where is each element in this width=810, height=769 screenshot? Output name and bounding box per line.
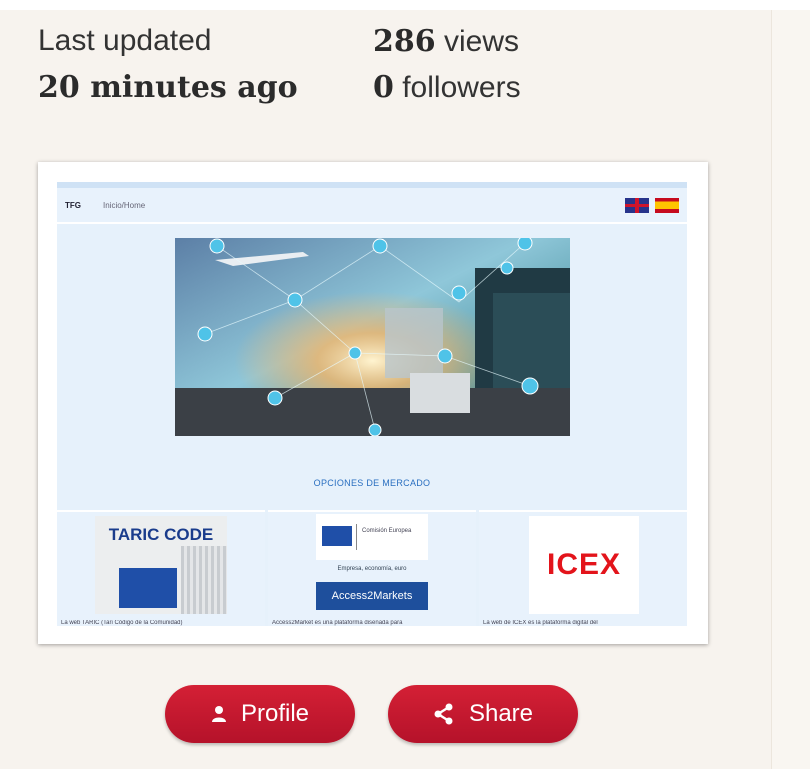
uk-flag-icon [625, 197, 649, 213]
share-icon [434, 703, 453, 725]
preview-brand: TFG [65, 200, 81, 210]
taric-logo: TARIC CODE [95, 516, 227, 614]
taric-logo-text: TARIC CODE [108, 525, 214, 544]
stats-row-labels: Last updated 286 views [38, 18, 521, 64]
logo-divider [356, 524, 357, 550]
followers-label: followers [402, 70, 521, 104]
eu-flag-icon [322, 526, 352, 546]
hero-logistics-image [175, 238, 570, 436]
views-stat: 286 views [373, 24, 519, 59]
profile-button[interactable]: Profile [165, 685, 355, 743]
spain-flag-icon [655, 197, 679, 213]
icex-logo: ICEX [529, 516, 639, 614]
card-caption: La web TARIC (Tari Código de la Comunida… [61, 620, 183, 626]
card-caption: Access2Market es una plataforma diseñada… [272, 620, 403, 626]
preview-nav-link: Inicio/Home [103, 200, 146, 210]
eu-flag-icon [119, 568, 177, 608]
building-graphic [181, 546, 227, 614]
preview-section-title: OPCIONES DE MERCADO [313, 478, 431, 488]
preview-cards: TARIC CODE La web TARIC (Tari Código de … [57, 510, 687, 626]
last-updated-value: 20 minutes ago [38, 69, 298, 105]
views-count: 286 [373, 23, 436, 59]
share-button[interactable]: Share [388, 685, 578, 743]
european-commission-logo: Comisión Europea [316, 514, 428, 560]
card-access2markets: Comisión Europea Empresa, economía, euro… [268, 510, 476, 626]
side-panel [771, 10, 810, 769]
share-button-label: Share [468, 700, 534, 727]
ec-tagline: Empresa, economía, euro [337, 566, 407, 572]
profile-button-label: Profile [240, 700, 310, 727]
followers-count: 0 [373, 69, 394, 105]
last-updated-label: Last updated [38, 24, 212, 57]
preview-navbar: TFG Inicio/Home [57, 188, 687, 224]
card-taric: TARIC CODE La web TARIC (Tari Código de … [57, 510, 265, 626]
ec-logo-text: Comisión Europea [362, 528, 412, 534]
access2markets-banner: Access2Markets [316, 582, 428, 610]
language-flags [625, 197, 679, 213]
site-preview-thumbnail[interactable]: TFG Inicio/Home OPCIONES DE MERCADO TARI… [38, 162, 708, 644]
user-icon [211, 706, 226, 722]
stats-block: Last updated 286 views 20 minutes ago 0 … [38, 18, 521, 110]
card-caption: La web de ICEX es la plataforma digital … [483, 620, 598, 626]
views-label: views [443, 24, 519, 58]
top-strip [0, 0, 810, 10]
followers-stat: 0 followers [373, 70, 521, 105]
site-preview: TFG Inicio/Home OPCIONES DE MERCADO TARI… [57, 182, 687, 626]
card-icex: ICEX La web de ICEX es la plataforma dig… [479, 510, 687, 626]
stats-row-values: 20 minutes ago 0 followers [38, 64, 521, 110]
